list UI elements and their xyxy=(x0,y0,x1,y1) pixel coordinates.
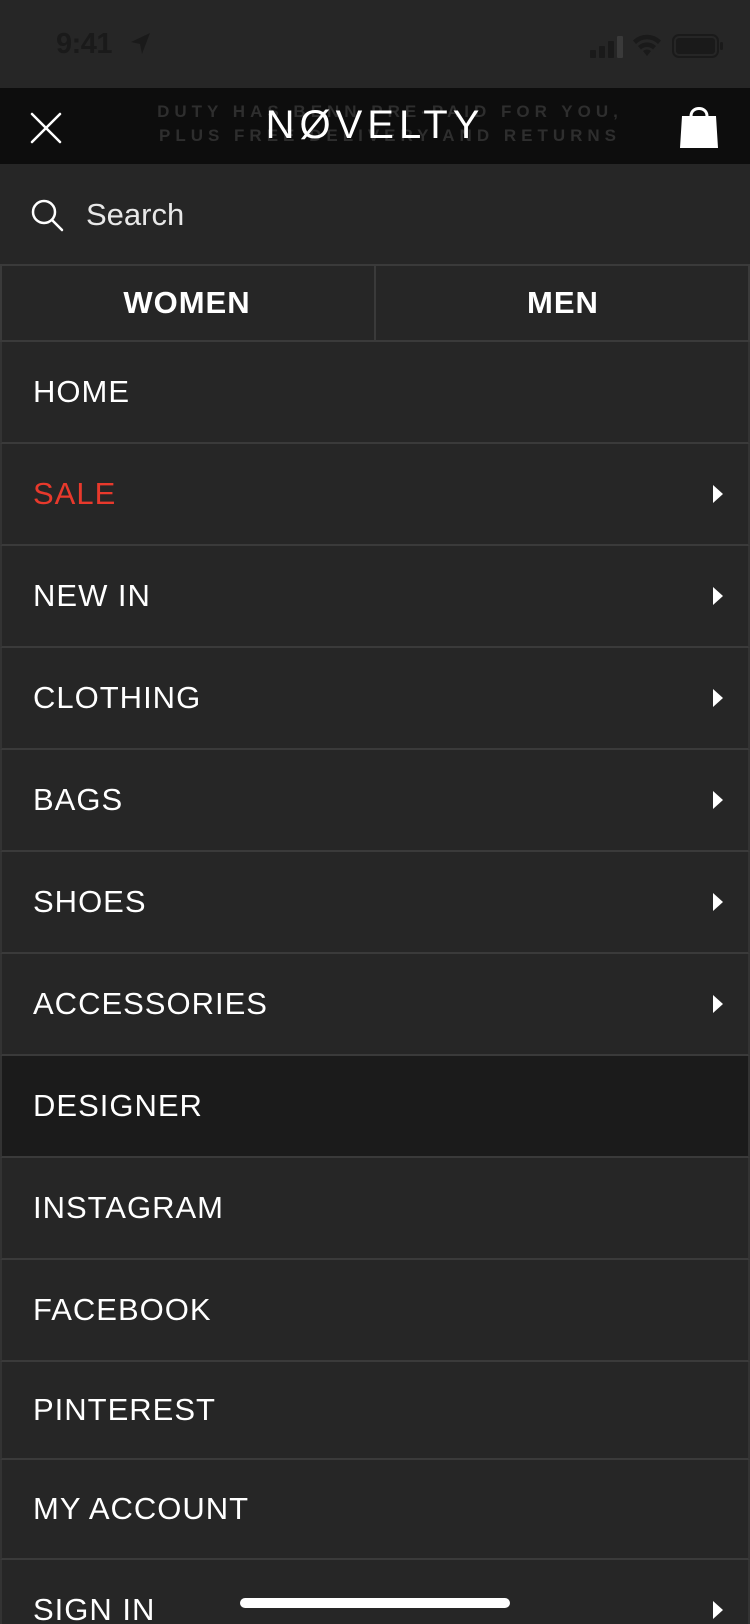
wifi-icon xyxy=(633,34,661,56)
menu-item-label: PINTEREST xyxy=(33,1392,216,1427)
menu-item-home[interactable]: HOME xyxy=(0,342,750,444)
chevron-right-icon xyxy=(713,689,723,707)
header-bar: DUTY HAS BENN PRE-PAID FOR YOU, PLUS FRE… xyxy=(0,88,750,164)
chevron-right-icon xyxy=(713,791,723,809)
menu-item-new-in[interactable]: NEW IN xyxy=(0,546,750,648)
menu-item-label: HOME xyxy=(33,374,130,409)
menu-item-sale[interactable]: SALE xyxy=(0,444,750,546)
cellular-signal-icon xyxy=(590,36,623,58)
menu-item-label: NEW IN xyxy=(33,578,151,613)
chevron-right-icon xyxy=(713,485,723,503)
close-icon[interactable] xyxy=(26,108,66,148)
chevron-right-icon xyxy=(713,893,723,911)
tab-men[interactable]: MEN xyxy=(374,266,750,340)
menu-item-sign-in[interactable]: SIGN IN xyxy=(0,1560,750,1624)
search-input[interactable]: Search xyxy=(86,196,184,234)
menu-item-my-account[interactable]: MY ACCOUNT xyxy=(0,1460,750,1560)
search-bar[interactable]: Search xyxy=(0,164,750,264)
status-bar: 9:41 xyxy=(0,0,750,88)
battery-icon xyxy=(672,34,723,58)
menu-item-designer[interactable]: DESIGNER xyxy=(0,1056,750,1158)
chevron-right-icon xyxy=(713,995,723,1013)
menu-item-label: INSTAGRAM xyxy=(33,1190,224,1225)
menu-screen: 9:41 DUTY HAS BENN PRE-PAID FOR YOU, PLU… xyxy=(0,0,750,1624)
chevron-right-icon xyxy=(713,587,723,605)
nav-menu: HOME SALE NEW IN CLOTHING BAGS SHOES ACC… xyxy=(0,342,750,1624)
gender-tabs: WOMEN MEN xyxy=(0,264,750,342)
menu-item-label: BAGS xyxy=(33,782,124,817)
menu-item-label: ACCESSORIES xyxy=(33,986,268,1021)
menu-item-label: DESIGNER xyxy=(33,1088,203,1123)
tab-women[interactable]: WOMEN xyxy=(0,266,374,340)
menu-item-facebook[interactable]: FACEBOOK xyxy=(0,1260,750,1362)
menu-item-label: SHOES xyxy=(33,884,147,919)
menu-item-label: CLOTHING xyxy=(33,680,202,715)
menu-item-label: SALE xyxy=(33,476,117,511)
brand-logo[interactable]: NØVELTY xyxy=(200,102,550,148)
home-indicator[interactable] xyxy=(240,1598,510,1608)
shopping-bag-icon[interactable] xyxy=(676,102,722,150)
menu-item-clothing[interactable]: CLOTHING xyxy=(0,648,750,750)
menu-item-instagram[interactable]: INSTAGRAM xyxy=(0,1158,750,1260)
search-icon xyxy=(31,199,64,232)
menu-item-label: MY ACCOUNT xyxy=(33,1491,250,1526)
menu-item-accessories[interactable]: ACCESSORIES xyxy=(0,954,750,1056)
menu-item-label: SIGN IN xyxy=(33,1592,156,1624)
menu-item-label: FACEBOOK xyxy=(33,1292,212,1327)
menu-item-pinterest[interactable]: PINTEREST xyxy=(0,1362,750,1460)
status-time: 9:41 xyxy=(56,28,113,60)
location-arrow-icon xyxy=(131,33,150,54)
tabs-border-left xyxy=(0,266,2,340)
menu-item-shoes[interactable]: SHOES xyxy=(0,852,750,954)
chevron-right-icon xyxy=(713,1601,723,1619)
menu-item-bags[interactable]: BAGS xyxy=(0,750,750,852)
